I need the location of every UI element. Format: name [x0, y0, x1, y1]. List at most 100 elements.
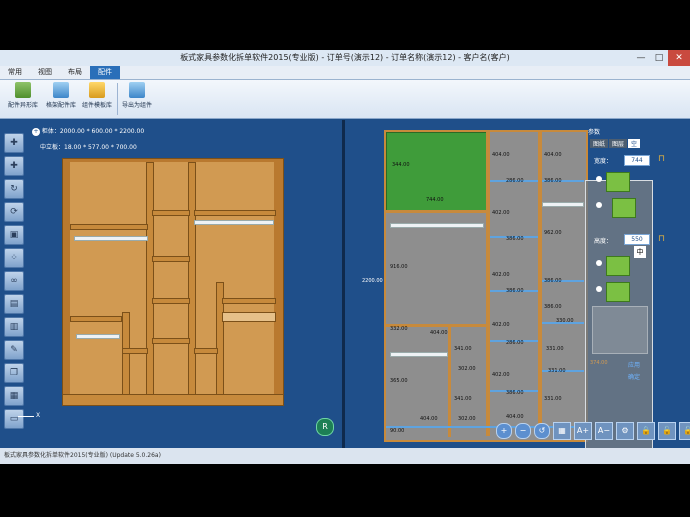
view-reset-button[interactable]: R — [316, 418, 334, 436]
button-label: 配件异形库 — [7, 102, 38, 109]
dim-label: 386.00 — [506, 236, 524, 242]
close-button[interactable]: ✕ — [668, 50, 690, 66]
tab-common[interactable]: 常用 — [0, 66, 30, 79]
hanging-rod-left — [74, 236, 148, 241]
shelf-mid-1 — [152, 210, 190, 216]
tab-view[interactable]: 视图 — [30, 66, 60, 79]
dim-label: 404.00 — [544, 152, 562, 158]
cabinet-divider-2 — [188, 162, 196, 400]
expand-icon[interactable]: + — [32, 128, 40, 136]
unlock-all-button[interactable]: 🔓 — [679, 422, 690, 440]
ok-link[interactable]: 确定 — [628, 372, 640, 381]
dim-label: 402.00 — [492, 322, 510, 328]
reset-view-button[interactable]: ↺ — [534, 423, 550, 439]
font-decrease-button[interactable]: A− — [595, 422, 613, 440]
grid-button[interactable]: ▦ — [553, 422, 571, 440]
shelf-left-small — [122, 348, 148, 354]
dim-label: 402.00 — [492, 272, 510, 278]
dim-label: 404.00 — [506, 414, 524, 420]
dim-label: 365.00 — [390, 378, 408, 384]
cabinet-divider-1 — [146, 162, 154, 400]
maximize-button[interactable]: □ — [650, 50, 668, 66]
param-tab-drawing[interactable]: 图纸 — [590, 139, 609, 148]
zoom-in-button[interactable]: + — [496, 423, 512, 439]
ribbon: 配件异形库 格架配件库 组件模板库 导出为组件 — [0, 80, 690, 119]
shelf-left-upper — [70, 224, 148, 230]
layers-icon[interactable]: ▦ — [4, 386, 24, 406]
cabinet-back-panel — [70, 162, 274, 398]
window-title: 板式家具参数化拆单软件2015(专业版) - 订单号(演示12) - 订单名称(… — [180, 53, 510, 62]
dim-label: 386.00 — [544, 304, 562, 310]
copy-icon[interactable]: ❐ — [4, 363, 24, 383]
height-option-2-icon[interactable] — [606, 282, 630, 302]
dim-label: 286.00 — [506, 178, 524, 184]
export-icon — [129, 82, 145, 98]
hanging-rod-right — [194, 220, 274, 225]
elevation-divider-2 — [538, 132, 542, 436]
lock-button[interactable]: 🔒 — [637, 422, 655, 440]
grid-fitting-library-button[interactable]: 格架配件库 — [44, 82, 78, 109]
width-radio-1[interactable] — [596, 176, 602, 182]
elevation-shelf-1 — [386, 210, 486, 213]
puzzle-tool-icon[interactable]: ✚ — [4, 133, 24, 153]
component-template-library-button[interactable]: 组件模板库 — [80, 82, 114, 109]
width-input[interactable]: 744 — [624, 155, 650, 166]
elevation-vertical-small — [448, 327, 451, 437]
apply-link[interactable]: 应用 — [628, 360, 640, 369]
dim-label: 2200.00 — [362, 278, 383, 284]
unlock-button[interactable]: 🔓 — [658, 422, 676, 440]
dim-label: 331.00 — [546, 346, 564, 352]
status-bar: 板式家具参数化拆单软件2015(专业版) (Update 5.0.26a) — [0, 448, 690, 464]
settings-button[interactable]: ⚙ — [616, 422, 634, 440]
height-input[interactable]: 550 — [624, 234, 650, 245]
dim-label: 332.00 — [390, 326, 408, 332]
param-tab-empty[interactable]: 空 — [628, 139, 641, 148]
param-tab-layer[interactable]: 图层 — [609, 139, 628, 148]
width-label: 宽度： — [594, 158, 613, 165]
shelf-mid-2 — [152, 256, 190, 262]
width-option-1-icon[interactable] — [606, 172, 630, 192]
fitting-shape-library-button[interactable]: 配件异形库 — [6, 82, 40, 109]
rotate-icon[interactable]: ↻ — [4, 179, 24, 199]
camera-icon[interactable]: ▣ — [4, 225, 24, 245]
zoom-out-button[interactable]: − — [515, 423, 531, 439]
dim-label: 402.00 — [492, 210, 510, 216]
folder-icon[interactable]: ▭ — [4, 409, 24, 429]
dim-label: 386.00 — [544, 178, 562, 184]
ribbon-divider — [117, 83, 118, 115]
height-option-1-icon[interactable] — [606, 256, 630, 276]
tab-fittings[interactable]: 配件 — [90, 66, 120, 79]
grid-points-icon[interactable]: ⁘ — [4, 248, 24, 268]
refresh-icon[interactable]: ⟳ — [4, 202, 24, 222]
dim-label: 404.00 — [420, 416, 438, 422]
height-radio-2[interactable] — [596, 286, 602, 292]
minimize-button[interactable]: — — [632, 50, 650, 66]
cabinet-info-row: + 柜体：2000.00 * 600.00 * 2200.00 — [32, 126, 144, 136]
dim-label: 302.00 — [458, 416, 476, 422]
puzzle-tool-2-icon[interactable]: ✚ — [4, 156, 24, 176]
shelf-mid-3 — [152, 298, 190, 304]
panel-icon[interactable]: ▥ — [4, 317, 24, 337]
app-window: 板式家具参数化拆单软件2015(专业版) - 订单号(演示12) - 订单名称(… — [0, 50, 690, 464]
binoculars-icon[interactable]: ∞ — [4, 271, 24, 291]
export-component-button[interactable]: 导出为组件 — [122, 82, 152, 109]
width-radio-2[interactable] — [596, 202, 602, 208]
width-option-2-icon[interactable] — [612, 198, 636, 218]
view-toolbar: + − ↺ ▦ A+ A− ⚙ 🔒 🔓 🔓 — [496, 422, 690, 440]
edit-icon[interactable]: ✎ — [4, 340, 24, 360]
dim-label: 916.00 — [390, 264, 408, 270]
dim-label: 331.00 — [548, 368, 566, 374]
lock-icon[interactable]: ⊓ — [658, 154, 665, 164]
x-axis-line — [18, 416, 34, 417]
font-increase-button[interactable]: A+ — [574, 422, 592, 440]
hanging-rod-lower — [76, 334, 120, 339]
dim-label: 404.00 — [492, 152, 510, 158]
box-icon[interactable]: ▤ — [4, 294, 24, 314]
tab-layout[interactable]: 布局 — [60, 66, 90, 79]
preview-code: 374.00 — [590, 360, 608, 366]
param-panel-title: 参数 — [588, 129, 601, 136]
height-radio-1[interactable] — [596, 260, 602, 266]
dim-label: 344.00 — [392, 162, 410, 168]
lock-icon[interactable]: ⊓ — [658, 234, 665, 244]
center-align-button[interactable]: 中 — [634, 246, 646, 258]
